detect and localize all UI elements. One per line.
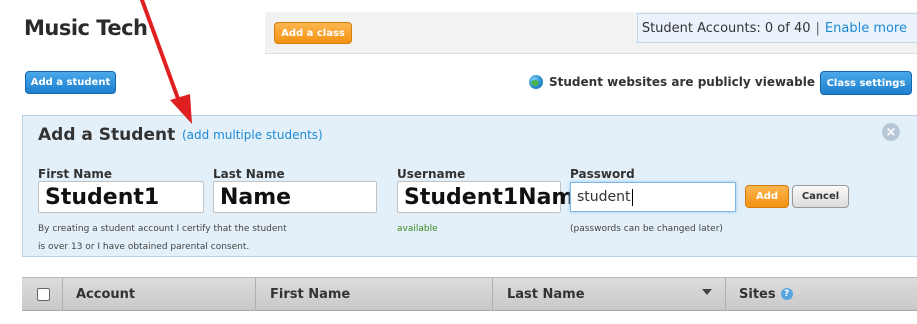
annotation-arrow-icon (140, 0, 192, 124)
